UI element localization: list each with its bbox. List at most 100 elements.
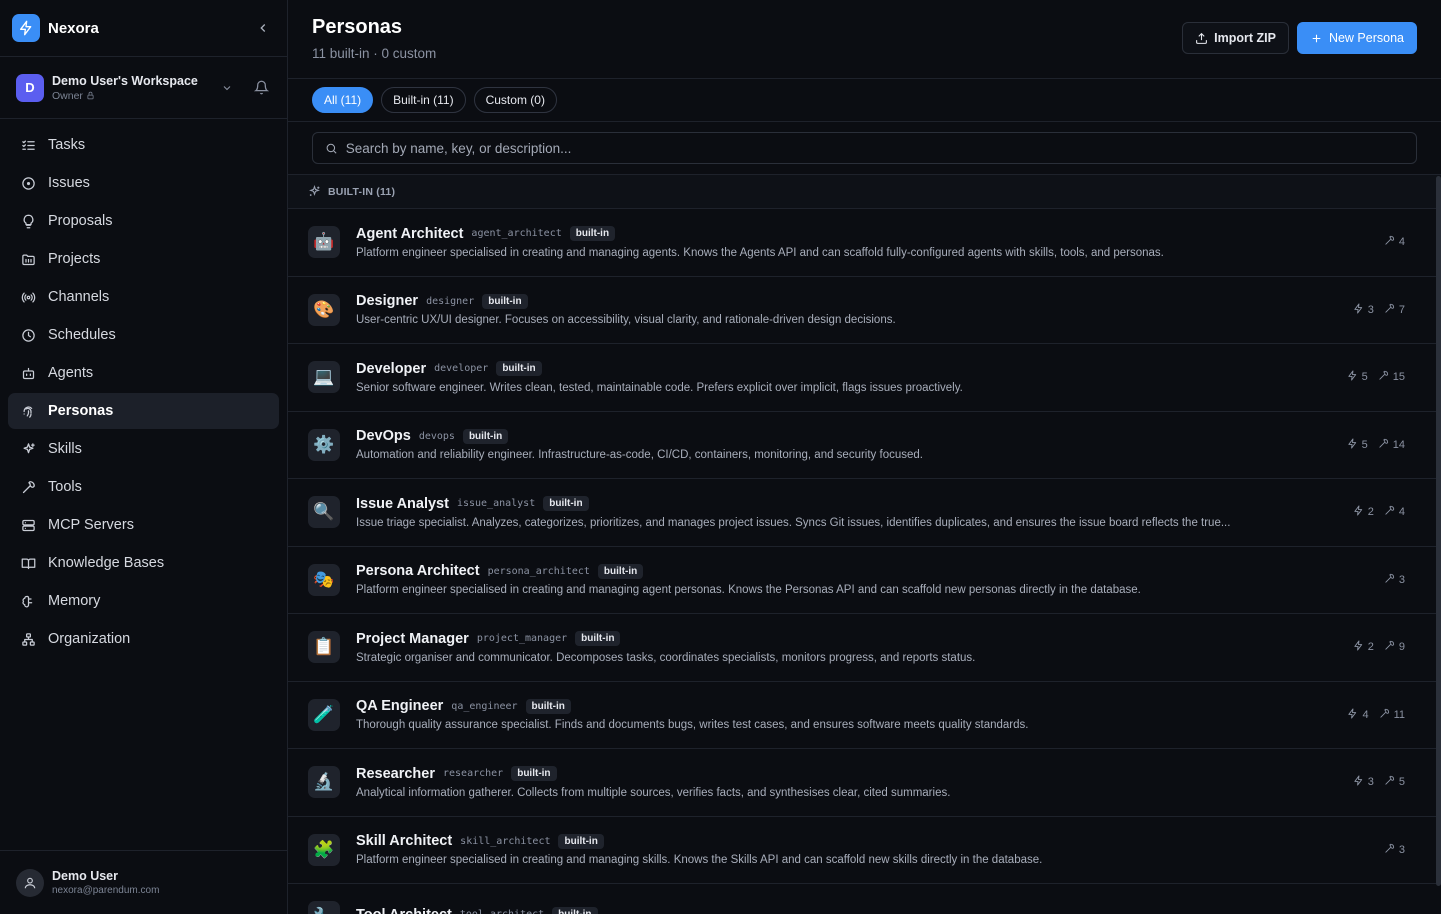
built-in-badge: built-in <box>597 563 644 579</box>
sidebar-item-label: Issues <box>48 175 90 191</box>
persona-row[interactable]: 🤖 Agent Architect agent_architect built-in P… <box>288 209 1441 277</box>
sidebar-item-label: Personas <box>48 403 114 419</box>
sidebar-item-issues[interactable]: Issues <box>8 165 279 201</box>
bell-icon <box>253 80 269 95</box>
zap-icon <box>1353 775 1364 789</box>
collapse-sidebar-button[interactable] <box>251 16 275 40</box>
persona-name: Tool Architect <box>356 907 452 914</box>
workspace-switcher[interactable]: D Demo User's Workspace Owner <box>0 57 287 119</box>
built-in-badge: built-in <box>569 226 616 242</box>
filter-tab[interactable]: Built-in (11) <box>381 87 466 113</box>
persona-description: Analytical information gatherer. Collect… <box>356 786 951 799</box>
skills-count-value: 2 <box>1367 641 1374 654</box>
section-header: BUILT-IN (11) <box>288 175 1441 209</box>
lock-icon <box>87 91 94 100</box>
sparkles-icon <box>20 441 36 457</box>
user-name: Demo User <box>52 869 118 883</box>
search-icon <box>326 143 337 154</box>
sidebar-item-mcp-servers[interactable]: MCP Servers <box>8 507 279 543</box>
persona-avatar: 💻 <box>308 361 340 394</box>
lightbulb-icon <box>20 213 36 229</box>
server-icon <box>20 517 36 533</box>
filter-tab[interactable]: Custom (0) <box>473 87 557 113</box>
tools-count-value: 4 <box>1398 236 1405 249</box>
persona-description: User-centric UX/UI designer. Focuses on … <box>356 314 896 327</box>
sidebar-item-tasks[interactable]: Tasks <box>8 127 279 163</box>
tools-count-value: 15 <box>1392 371 1405 384</box>
persona-stats: 24 <box>1325 505 1405 519</box>
built-in-badge: built-in <box>543 496 589 512</box>
user-icon <box>24 877 36 888</box>
persona-description: Thorough quality assurance specialist. F… <box>356 719 1029 732</box>
zap-icon <box>1353 303 1364 317</box>
persona-avatar: ⚙️ <box>308 428 340 461</box>
persona-row[interactable]: 🎨 Designer designer built-in User-centric UX… <box>288 277 1441 344</box>
brand-name: Nexora <box>48 19 99 37</box>
import-zip-label: Import ZIP <box>1214 31 1276 45</box>
search-input[interactable] <box>345 140 1404 156</box>
search-bar <box>288 122 1441 175</box>
sidebar-item-personas[interactable]: Personas <box>8 393 279 429</box>
new-persona-button[interactable]: New Persona <box>1296 22 1417 54</box>
persona-row[interactable]: 📋 Project Manager project_manager built-in S… <box>288 614 1441 682</box>
wrench-icon <box>1384 640 1395 654</box>
tools-count: 3 <box>1384 843 1405 857</box>
sidebar-item-skills[interactable]: Skills <box>8 431 279 467</box>
persona-row[interactable]: 🔍 Issue Analyst issue_analyst built-in Issue… <box>288 479 1441 547</box>
filter-tab[interactable]: All (11) <box>312 87 374 113</box>
persona-description: Platform engineer specialised in creatin… <box>356 246 1164 259</box>
sidebar-item-knowledge-bases[interactable]: Knowledge Bases <box>8 545 279 581</box>
persona-row[interactable]: 🧩 Skill Architect skill_architect built-in P… <box>288 817 1441 884</box>
persona-key: tool_architect <box>460 909 544 914</box>
user-profile[interactable]: Demo User nexora@parendum.com <box>0 850 287 914</box>
workspace-dropdown-button[interactable] <box>217 82 237 94</box>
sidebar-item-schedules[interactable]: Schedules <box>8 317 279 353</box>
persona-row[interactable]: 🎭 Persona Architect persona_architect built… <box>288 547 1441 614</box>
skills-count-value: 3 <box>1367 776 1374 789</box>
sidebar-item-proposals[interactable]: Proposals <box>8 203 279 239</box>
import-zip-button[interactable]: Import ZIP <box>1182 22 1289 54</box>
sidebar-item-label: Projects <box>48 251 101 267</box>
scrollbar[interactable] <box>1436 176 1441 886</box>
notifications-button[interactable] <box>251 80 271 95</box>
skills-count: 5 <box>1347 370 1368 384</box>
tools-count-value: 3 <box>1398 843 1405 856</box>
sidebar-item-projects[interactable]: Projects <box>8 241 279 277</box>
sidebar-item-organization[interactable]: Organization <box>8 621 279 657</box>
wrench-icon <box>1384 505 1395 519</box>
persona-row[interactable]: 🔬 Researcher researcher built-in Analytical … <box>288 749 1441 817</box>
search-box[interactable] <box>312 132 1417 164</box>
persona-row[interactable]: ⚙️ DevOps devops built-in Automation and rel… <box>288 412 1441 479</box>
persona-key: skill_architect <box>460 835 551 847</box>
persona-key: qa_engineer <box>451 700 518 712</box>
sidebar-item-memory[interactable]: Memory <box>8 583 279 619</box>
new-persona-label: New Persona <box>1328 31 1404 45</box>
persona-description: Senior software engineer. Writes clean, … <box>356 381 963 394</box>
workspace-role: Owner <box>52 90 198 102</box>
tools-count: 4 <box>1384 505 1405 519</box>
main-nav: Tasks Issues Proposals Projects Channels Sche… <box>0 119 287 850</box>
list-checks-icon <box>20 137 36 153</box>
persona-row[interactable]: 🧪 QA Engineer qa_engineer built-in Thorough … <box>288 682 1441 749</box>
persona-key: designer <box>426 295 475 307</box>
persona-row[interactable]: 💻 Developer developer built-in Senior softwa… <box>288 344 1441 412</box>
persona-avatar: 🔬 <box>308 766 340 799</box>
user-avatar <box>16 868 44 897</box>
tools-count: 14 <box>1378 438 1405 452</box>
book-open-icon <box>20 555 36 571</box>
persona-row[interactable]: 🔧 Tool Architect tool_architect built-in <box>288 884 1441 914</box>
persona-description: Platform engineer specialised in creatin… <box>356 584 1141 597</box>
workspace-name: Demo User's Workspace <box>52 73 198 88</box>
user-email: nexora@parendum.com <box>52 885 160 896</box>
sidebar-item-agents[interactable]: Agents <box>8 355 279 391</box>
persona-name: Issue Analyst <box>356 495 449 512</box>
skills-count-value: 5 <box>1361 438 1368 451</box>
persona-key: devops <box>418 430 455 442</box>
persona-stats: 5 15 <box>1325 370 1405 384</box>
persona-name: Researcher <box>356 765 435 782</box>
sidebar-item-tools[interactable]: Tools <box>8 469 279 505</box>
persona-avatar: 🔍 <box>308 496 340 529</box>
sidebar-item-channels[interactable]: Channels <box>8 279 279 315</box>
fingerprint-icon <box>20 403 36 419</box>
wrench-icon <box>1384 235 1395 249</box>
